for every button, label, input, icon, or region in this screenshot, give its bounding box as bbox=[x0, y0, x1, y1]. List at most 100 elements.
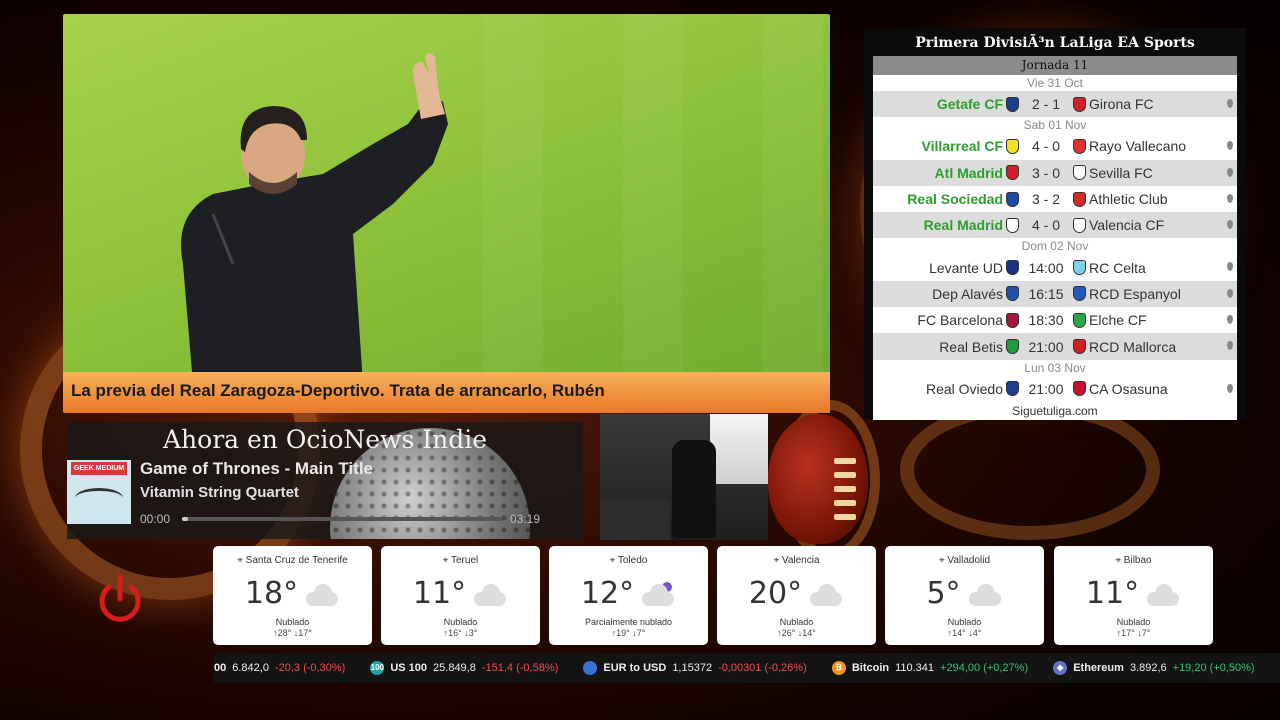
location-pin-icon[interactable] bbox=[1227, 383, 1233, 393]
home-team: Real Sociedad bbox=[907, 191, 1003, 208]
home-team: Real Madrid bbox=[923, 217, 1003, 234]
home-team: FC Barcelona bbox=[917, 312, 1003, 329]
weather-card: ⌖ Bilbao 11° Nublado ↑17° ↓7° bbox=[1054, 546, 1213, 645]
home-crest-icon bbox=[1006, 381, 1019, 397]
album-cover-art bbox=[75, 488, 123, 508]
cloud-icon bbox=[470, 583, 508, 606]
weather-card: ⌖ Toledo 12° Parcialmente nublado ↑19° ↓… bbox=[549, 546, 708, 645]
home-crest-icon bbox=[1006, 286, 1019, 302]
ticker-item[interactable]: 00 6.842,0 -20,3 (-0,30%) bbox=[214, 653, 345, 683]
home-team: Dep Alavés bbox=[932, 285, 1003, 302]
away-crest-icon bbox=[1073, 381, 1086, 397]
weather-card: ⌖ Valladolid 5° Nublado ↑14° ↓4° bbox=[885, 546, 1044, 645]
match-score: 2 - 1 bbox=[1031, 96, 1060, 113]
ticker-item[interactable]: EUR to USD 1,15372 -0,00301 (-0,26%) bbox=[583, 653, 807, 683]
progress-fill bbox=[182, 517, 189, 521]
elapsed-time: 00:00 bbox=[140, 512, 171, 526]
cloud-icon bbox=[806, 583, 844, 606]
coach-figure bbox=[181, 52, 448, 384]
weather-range: ↑19° ↓7° bbox=[611, 628, 646, 638]
away-crest-icon bbox=[1073, 339, 1086, 355]
location-pin-icon[interactable] bbox=[1227, 220, 1233, 230]
weather-range: ↑14° ↓4° bbox=[947, 628, 982, 638]
location-pin-icon[interactable] bbox=[1227, 288, 1233, 298]
home-team: Villarreal CF bbox=[921, 138, 1003, 155]
station-header: Ahora en OcioNews Indie bbox=[162, 425, 487, 454]
ticker-item[interactable]: ◆ Ethereum 3.892,6 +19,20 (+0,50%) bbox=[1053, 653, 1255, 683]
location-pin-icon[interactable] bbox=[1227, 167, 1233, 177]
home-crest-icon bbox=[1006, 138, 1019, 154]
home-team: Atl Madrid bbox=[934, 164, 1003, 181]
away-crest-icon bbox=[1073, 96, 1086, 112]
away-team: Elche CF bbox=[1089, 312, 1147, 329]
location-pin-icon[interactable] bbox=[1227, 262, 1233, 272]
market-ticker[interactable]: 00 6.842,0 -20,3 (-0,30%) 100 US 100 25.849,… bbox=[214, 653, 1280, 683]
location-pin-icon[interactable] bbox=[1227, 315, 1233, 325]
location-pin-icon[interactable] bbox=[1227, 193, 1233, 203]
home-crest-icon bbox=[1006, 191, 1019, 207]
away-team: Sevilla FC bbox=[1089, 164, 1153, 181]
ticker-item[interactable]: 100 US 100 25.849,8 -151,4 (-0,58%) bbox=[370, 653, 558, 683]
match-row[interactable]: Real Oviedo 21:00 CA Osasuna bbox=[873, 376, 1237, 402]
home-crest-icon bbox=[1006, 312, 1019, 328]
home-crest-icon bbox=[1006, 96, 1019, 112]
location-pin-icon[interactable] bbox=[1227, 99, 1233, 108]
album-cover: GEEK MEDIUM bbox=[67, 460, 131, 524]
match-row[interactable]: Levante UD 14:00 RC Celta bbox=[873, 254, 1237, 280]
location-pin-icon[interactable] bbox=[1227, 341, 1233, 351]
background-glow-ring bbox=[900, 400, 1160, 540]
weather-description: Nublado bbox=[443, 617, 478, 627]
away-crest-icon bbox=[1073, 138, 1086, 154]
match-row[interactable]: Real Madrid 4 - 0 Valencia CF bbox=[873, 212, 1237, 239]
power-icon[interactable] bbox=[94, 573, 146, 625]
news-video-panel[interactable]: La previa del Real Zaragoza-Deportivo. T… bbox=[63, 14, 830, 413]
currency-flag-icon bbox=[583, 661, 598, 676]
jornada-label: Jornada 11 bbox=[873, 56, 1237, 75]
match-row[interactable]: Villarreal CF 4 - 0 Rayo Vallecano bbox=[873, 133, 1237, 159]
webcam-desk bbox=[600, 500, 670, 540]
track-title: Game of Thrones - Main Title bbox=[140, 459, 373, 478]
weather-city: ⌖ Valladolid bbox=[938, 555, 991, 566]
location-pin-icon[interactable] bbox=[1227, 141, 1233, 151]
away-crest-icon bbox=[1073, 217, 1086, 233]
cloud-icon bbox=[965, 583, 1003, 606]
match-row[interactable]: Real Sociedad 3 - 2 Athletic Club bbox=[873, 186, 1237, 212]
home-team: Getafe CF bbox=[936, 96, 1003, 113]
cloud-icon bbox=[302, 583, 340, 606]
home-crest-icon bbox=[1006, 217, 1019, 233]
match-score: 3 - 2 bbox=[1031, 191, 1060, 208]
weather-city: ⌖ Santa Cruz de Tenerife bbox=[237, 555, 348, 566]
cloud-icon bbox=[1143, 583, 1181, 606]
weather-temperature: 11° bbox=[1085, 576, 1140, 611]
bitcoin-icon: ₿ bbox=[831, 661, 846, 676]
away-crest-icon bbox=[1073, 260, 1086, 276]
album-cover-logo: GEEK MEDIUM bbox=[71, 462, 127, 475]
away-team: Athletic Club bbox=[1089, 191, 1168, 208]
match-row[interactable]: Atl Madrid 3 - 0 Sevilla FC bbox=[873, 159, 1237, 186]
home-team: Real Oviedo bbox=[925, 380, 1003, 397]
weather-range: ↑28° ↓17° bbox=[273, 628, 312, 638]
us100-icon: 100 bbox=[370, 661, 385, 676]
weather-description: Nublado bbox=[1116, 617, 1151, 627]
weather-temperature: 18° bbox=[244, 576, 299, 611]
match-row[interactable]: FC Barcelona 18:30 Elche CF bbox=[873, 307, 1237, 333]
match-row[interactable]: Getafe CF 2 - 1 Girona FC bbox=[873, 91, 1237, 118]
home-team: Real Betis bbox=[939, 338, 1003, 355]
liga-title: Primera DivisiÃ³n LaLiga EA Sports bbox=[915, 35, 1195, 51]
match-time: 14:00 bbox=[1028, 259, 1064, 276]
match-row[interactable]: Real Betis 21:00 RCD Mallorca bbox=[873, 333, 1237, 360]
match-score: 4 - 0 bbox=[1031, 138, 1060, 155]
source-link[interactable]: Siguetuliga.com bbox=[873, 402, 1237, 420]
away-crest-icon bbox=[1073, 312, 1086, 328]
away-team: RC Celta bbox=[1089, 259, 1146, 276]
weather-description: Nublado bbox=[275, 617, 310, 627]
weather-range: ↑26° ↓14° bbox=[777, 628, 816, 638]
match-time: 21:00 bbox=[1028, 338, 1064, 355]
away-team: Valencia CF bbox=[1089, 217, 1165, 234]
home-crest-icon bbox=[1006, 339, 1019, 355]
progress-bar[interactable] bbox=[182, 517, 502, 521]
laliga-standings-panel: Primera DivisiÃ³n LaLiga EA Sports Jorna… bbox=[864, 28, 1246, 420]
match-row[interactable]: Dep Alavés 16:15 RCD Espanyol bbox=[873, 280, 1237, 308]
weather-card: ⌖ Teruel 11° Nublado ↑16° ↓3° bbox=[381, 546, 540, 645]
ticker-item[interactable]: ₿ Bitcoin 110.341 +294,00 (+0,27%) bbox=[831, 653, 1028, 683]
